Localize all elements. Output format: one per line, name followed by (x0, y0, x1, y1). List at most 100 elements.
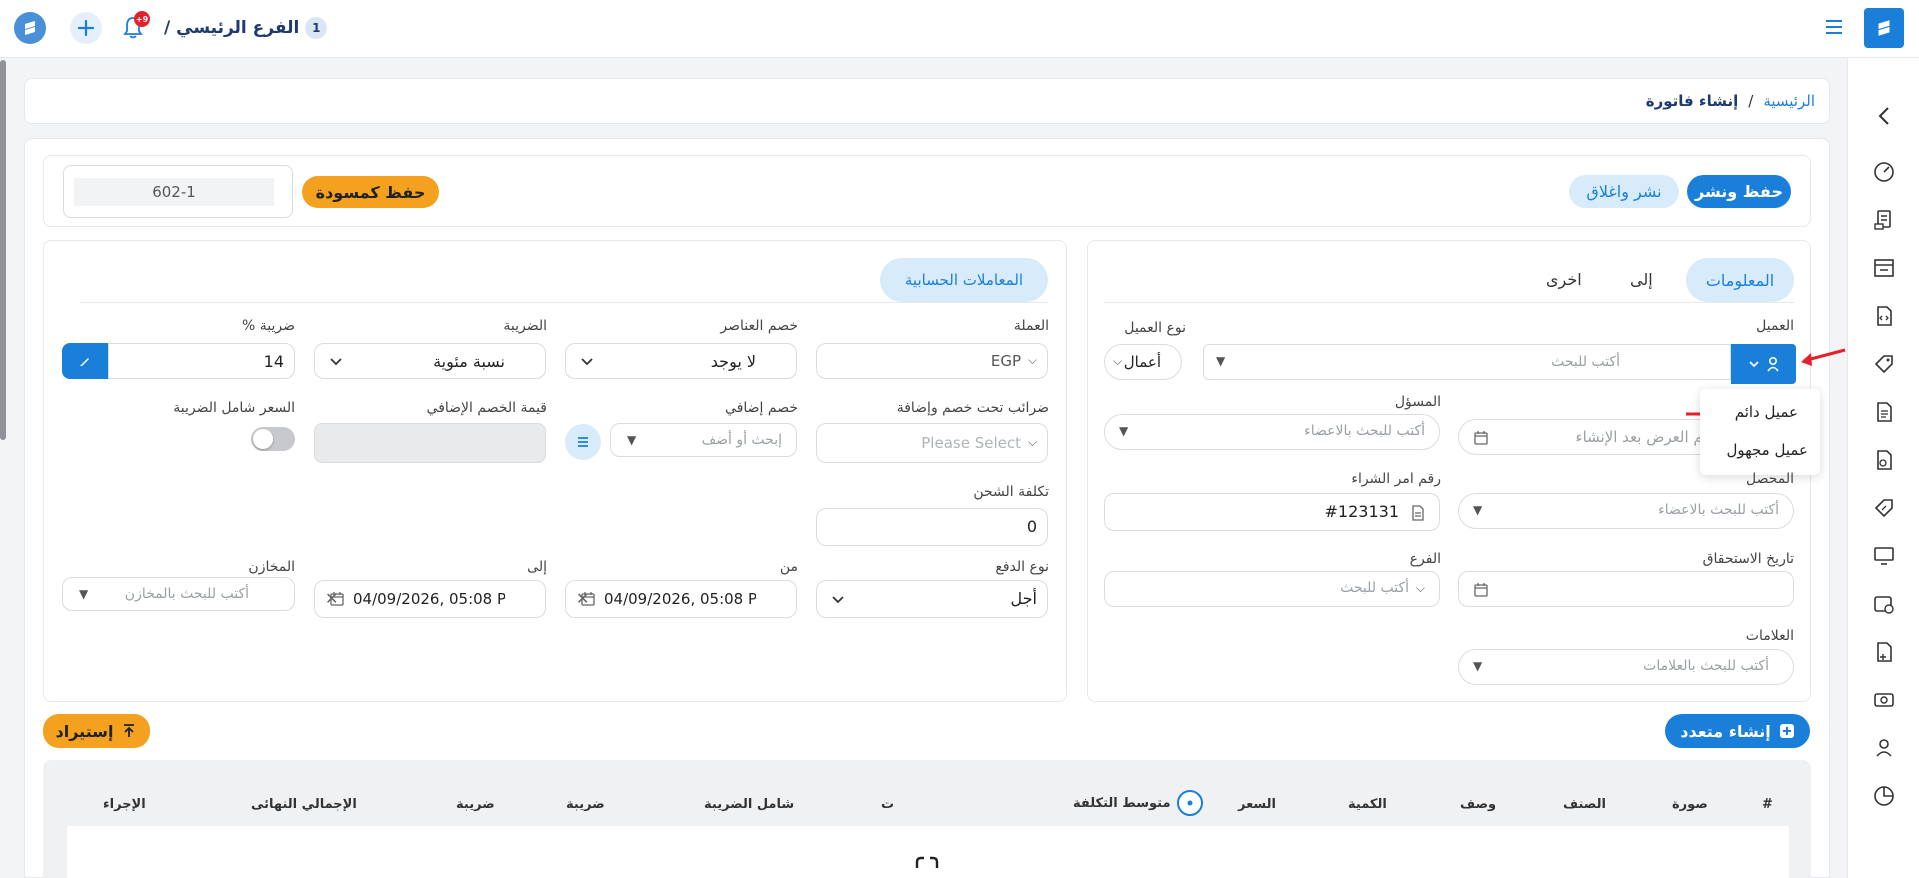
column-header-quantity: الكمية (1348, 797, 1387, 812)
responsible-placeholder: أكتب للبحث بالاعضاء (1304, 423, 1425, 439)
collector-select[interactable]: أكتب للبحث بالاعضاء ▼ (1458, 493, 1794, 529)
tag-icon[interactable] (1862, 348, 1906, 380)
invoice-number-box: 602-1 (63, 165, 293, 218)
tabs-divider (1104, 302, 1794, 303)
extra-discount-value-label: قيمة الخصم الإضافي (426, 400, 547, 416)
tab-accounting[interactable]: المعاملات الحسابية (880, 258, 1048, 302)
client-type-select[interactable]: أعمال ⌵ (1104, 344, 1182, 380)
create-multiple-button[interactable]: إنشاء متعدد (1665, 714, 1810, 748)
upload-icon (124, 724, 135, 737)
chevron-left-icon[interactable] (1862, 100, 1906, 132)
discount-rules-button[interactable] (565, 424, 601, 460)
hamburger-icon[interactable] (1824, 18, 1844, 36)
document-add-icon[interactable] (1862, 636, 1906, 668)
currency-select[interactable]: EGP ⌵ (816, 343, 1048, 379)
to-label: إلى (527, 559, 547, 575)
extra-discount-select[interactable]: إبحث أو أضف ▼ (610, 423, 797, 457)
column-header-item: الصنف (1563, 797, 1606, 812)
add-icon[interactable] (70, 12, 102, 44)
import-button[interactable]: إستيراد (43, 714, 150, 748)
items-discount-select[interactable]: لا يوجد (565, 343, 797, 379)
po-number-field[interactable]: #123131 (1104, 493, 1440, 531)
column-header-image: صورة (1672, 797, 1708, 812)
payment-type-select[interactable]: أجل (816, 580, 1048, 618)
extra-discount-placeholder: إبحث أو أضف (701, 432, 782, 448)
tax-percent-label: ضريبة % (242, 318, 295, 334)
speedometer-icon[interactable] (1862, 156, 1906, 188)
price-incl-tax-toggle[interactable] (251, 427, 295, 451)
bell-icon[interactable]: +9 (122, 11, 150, 41)
menu-item-unknown-client[interactable]: عميل مجهول (1726, 441, 1808, 459)
chevron-down-icon: ⌵ (1027, 353, 1037, 367)
column-header-price: السعر (1238, 797, 1276, 812)
tags-placeholder: أكتب للبحث بالعلامات (1643, 658, 1769, 674)
calendar-icon (330, 592, 344, 606)
chart-icon[interactable] (1862, 780, 1906, 812)
invoice-number-field[interactable]: 602-1 (74, 178, 274, 206)
menu-item-permanent-client[interactable]: عميل دائم (1735, 403, 1798, 421)
tax-type-select[interactable]: نسبة مئوية (314, 343, 546, 379)
column-header-action: الإجراء (103, 797, 146, 812)
annotation-arrow-icon (1801, 348, 1846, 366)
tags-select[interactable]: أكتب للبحث بالعلامات ▼ (1458, 649, 1794, 685)
responsible-select[interactable]: أكتب للبحث بالاعضاء ▼ (1104, 414, 1440, 450)
file-list-icon[interactable] (1862, 396, 1906, 428)
breadcrumb-home[interactable]: الرئيسية (1763, 92, 1815, 110)
due-date-field[interactable] (1458, 571, 1794, 607)
currency-value: EGP (990, 352, 1021, 370)
save-draft-button[interactable]: حفظ كمسودة (302, 176, 439, 208)
shipping-field[interactable]: 0 (816, 508, 1048, 546)
payment-type-label: نوع الدفع (995, 559, 1049, 575)
from-date-field[interactable]: ✕ 04/09/2026, 05:08 P (565, 580, 797, 618)
publish-close-button[interactable]: نشر واغلاق (1569, 175, 1679, 208)
warehouses-select[interactable]: أكتب للبحث بالمخازن ▼ (62, 577, 295, 611)
monitor-icon[interactable] (1862, 540, 1906, 572)
to-date-field[interactable]: ✕ 04/09/2026, 05:08 P (314, 580, 546, 618)
client-type-toggle-button[interactable] (1731, 344, 1796, 384)
client-search-field[interactable]: أكتب للبحث ▼ (1203, 344, 1731, 380)
page-scrollbar[interactable] (0, 60, 6, 440)
column-header-index: # (1762, 797, 1773, 812)
list-settings-icon (578, 437, 588, 447)
branch-selector[interactable]: 1 الفرع الرئيسي / (164, 14, 328, 42)
invoice-icon[interactable] (1862, 204, 1906, 236)
add-square-icon (1779, 724, 1794, 738)
client-type-label: نوع العميل (1124, 320, 1186, 336)
chevron-down-icon: ▼ (627, 433, 637, 447)
column-header-tax-2: ضريبة (456, 797, 495, 812)
client-label: العميل (1756, 318, 1794, 334)
tax-edit-button[interactable] (62, 343, 108, 379)
tab-other[interactable]: اخرى (1546, 270, 1582, 289)
sub-tax-select[interactable]: Please Select ⌵ (816, 423, 1048, 463)
eye-icon[interactable] (1176, 790, 1203, 816)
discount-icon[interactable] (1862, 492, 1906, 524)
document-icon (1412, 505, 1424, 521)
document-code-icon[interactable] (1862, 300, 1906, 332)
responsible-label: المسؤل (1394, 394, 1441, 410)
calendar-icon (1474, 431, 1488, 445)
branch-placeholder: أكتب للبحث (1340, 580, 1409, 596)
breadcrumb-card: الرئيسية / إنشاء فاتورة (24, 78, 1830, 124)
branch-select[interactable]: أكتب للبحث ⌵ (1104, 571, 1440, 607)
store-icon[interactable] (1862, 252, 1906, 284)
user-money-icon[interactable] (1862, 732, 1906, 764)
column-header-t: ت (881, 797, 895, 812)
chevron-down-icon: ▼ (79, 587, 89, 601)
app-logo[interactable] (14, 12, 46, 44)
brand-logo[interactable] (1864, 8, 1904, 48)
chevron-down-icon: ⌵ (1113, 354, 1123, 368)
collector-label: المحصل (1745, 471, 1794, 487)
wallet-add-icon[interactable] (1862, 588, 1906, 620)
accounting-divider (80, 302, 1048, 303)
table-body (67, 826, 1789, 878)
chevron-down-icon: ⌵ (1027, 435, 1037, 449)
cash-icon[interactable] (1862, 684, 1906, 716)
chevron-down-icon (832, 596, 844, 604)
receipt-icon[interactable] (1862, 444, 1906, 476)
breadcrumb: الرئيسية / إنشاء فاتورة (1646, 92, 1815, 110)
shipping-label: تكلفة الشحن (973, 484, 1049, 500)
tax-percent-field[interactable]: 14 (108, 343, 295, 379)
tab-info[interactable]: المعلومات (1686, 258, 1794, 302)
tab-to[interactable]: إلى (1630, 270, 1653, 289)
save-publish-button[interactable]: حفظ ونشر (1687, 175, 1791, 208)
